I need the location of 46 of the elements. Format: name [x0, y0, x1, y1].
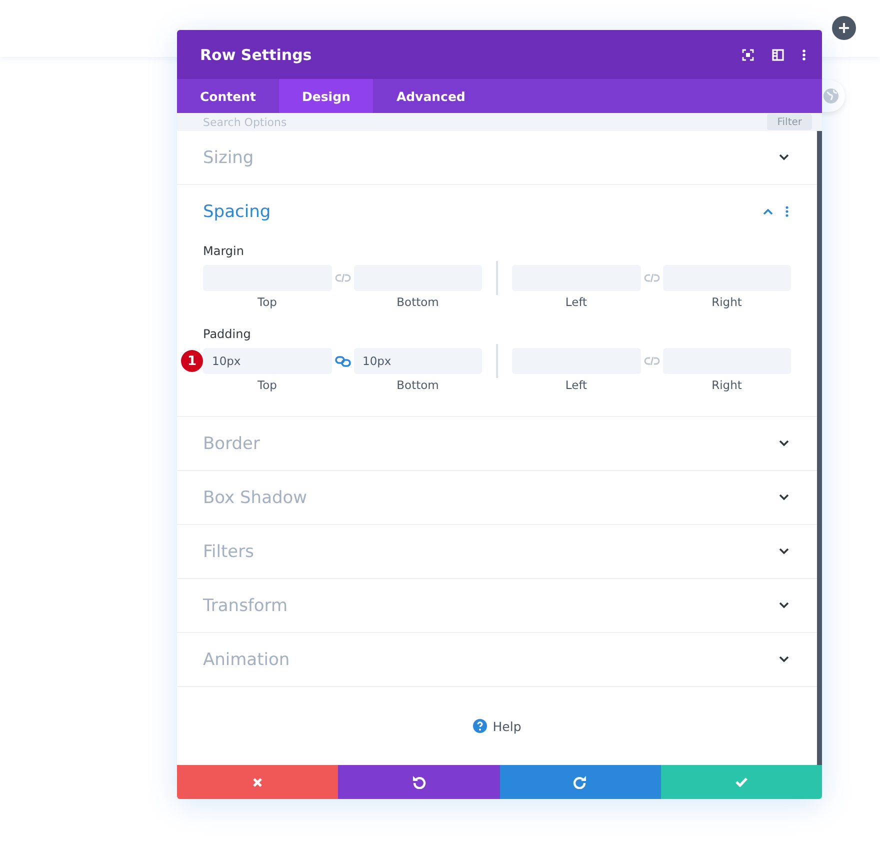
section-header[interactable]: Animation: [177, 633, 817, 686]
window-title: Row Settings: [200, 46, 313, 64]
chevron-down-icon[interactable]: [779, 440, 789, 447]
chevron-up-icon[interactable]: [763, 208, 773, 215]
redo-icon: [573, 775, 588, 789]
tab[interactable]: Advanced: [373, 79, 488, 113]
more-icon[interactable]: [785, 206, 789, 217]
link-icon[interactable]: [334, 356, 350, 366]
input-field[interactable]: 10px: [203, 348, 332, 374]
chevron-down-icon[interactable]: [779, 494, 789, 501]
tab[interactable]: Design: [279, 79, 374, 113]
close-icon: [252, 776, 264, 788]
fullscreen-icon[interactable]: [742, 48, 754, 60]
field-label: Bottom: [396, 295, 440, 309]
more-icon[interactable]: [802, 48, 806, 60]
help-link[interactable]: Help: [466, 718, 528, 734]
chevron-down-icon[interactable]: [779, 602, 789, 609]
globe-icon: [823, 88, 839, 104]
search-field[interactable]: Search Options: [203, 116, 287, 128]
field-label: Left: [564, 378, 588, 392]
input-field[interactable]: 10px: [354, 348, 482, 374]
help-icon: [472, 719, 487, 733]
group-label: Margin: [203, 244, 245, 258]
group-label: Padding: [203, 327, 252, 341]
section-header[interactable]: Box Shadow: [177, 471, 817, 524]
chevron-down-icon[interactable]: [779, 154, 789, 161]
field-label: Left: [564, 295, 588, 309]
plus-icon: [839, 23, 849, 33]
field-label: Top: [256, 295, 278, 309]
check-icon: [734, 777, 748, 787]
chevron-down-icon[interactable]: [779, 548, 789, 555]
section-header[interactable]: Sizing: [177, 131, 817, 184]
field-label: Bottom: [396, 378, 440, 392]
chevron-down-icon[interactable]: [779, 656, 789, 663]
field-label: Top: [256, 378, 278, 392]
section-header[interactable]: Border: [177, 417, 817, 470]
tab[interactable]: Content: [177, 79, 279, 113]
filter-button[interactable]: Filter: [767, 114, 812, 130]
field-label: Right: [710, 378, 743, 392]
section-header[interactable]: Transform: [177, 579, 817, 632]
field-label: Right: [710, 295, 743, 309]
section-header[interactable]: Filters: [177, 525, 817, 578]
undo-icon: [412, 775, 426, 789]
split-view-icon[interactable]: [772, 48, 784, 60]
section-header[interactable]: Spacing: [177, 185, 817, 238]
step-badge: 1: [181, 350, 203, 372]
